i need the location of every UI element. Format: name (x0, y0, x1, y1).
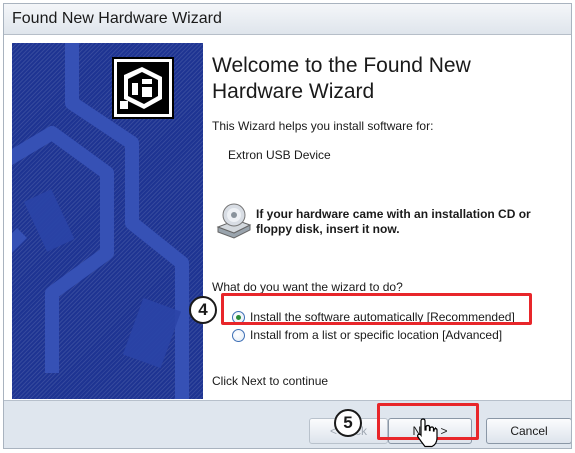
hardware-icon (112, 57, 174, 119)
option-label: Install from a list or specific location… (250, 328, 503, 342)
step-4-badge: 4 (189, 296, 217, 324)
window-title: Found New Hardware Wizard (12, 10, 222, 27)
radio-button[interactable] (232, 328, 245, 342)
cd-drive-icon (214, 203, 254, 239)
step-5-badge: 5 (334, 409, 362, 437)
wizard-window: Found New Hardware Wizard Welcome to the… (3, 3, 572, 449)
page-title: Welcome to the Found New Hardware Wizard (212, 54, 471, 103)
hand-pointer-icon (416, 418, 438, 448)
continue-hint: Click Next to continue (212, 374, 329, 388)
insert-media-prompt: If your hardware came with an installati… (256, 207, 531, 236)
option-install-automatically[interactable]: Install the software automatically [Reco… (232, 308, 515, 326)
device-name: Extron USB Device (228, 148, 331, 162)
wizard-side-panel (12, 43, 203, 399)
radio-button-selected[interactable] (232, 310, 245, 324)
cancel-button[interactable]: Cancel (486, 418, 571, 444)
intro-text: This Wizard helps you install software f… (212, 119, 434, 133)
circuit-art-decoration (12, 43, 189, 399)
button-bar: < Back Next > Cancel (4, 400, 571, 448)
title-bar: Found New Hardware Wizard (4, 4, 571, 35)
wizard-content: Welcome to the Found New Hardware Wizard… (208, 43, 568, 399)
option-label: Install the software automatically [Reco… (250, 310, 515, 324)
option-install-from-list[interactable]: Install from a list or specific location… (232, 326, 502, 344)
wizard-question: What do you want the wizard to do? (212, 280, 403, 294)
